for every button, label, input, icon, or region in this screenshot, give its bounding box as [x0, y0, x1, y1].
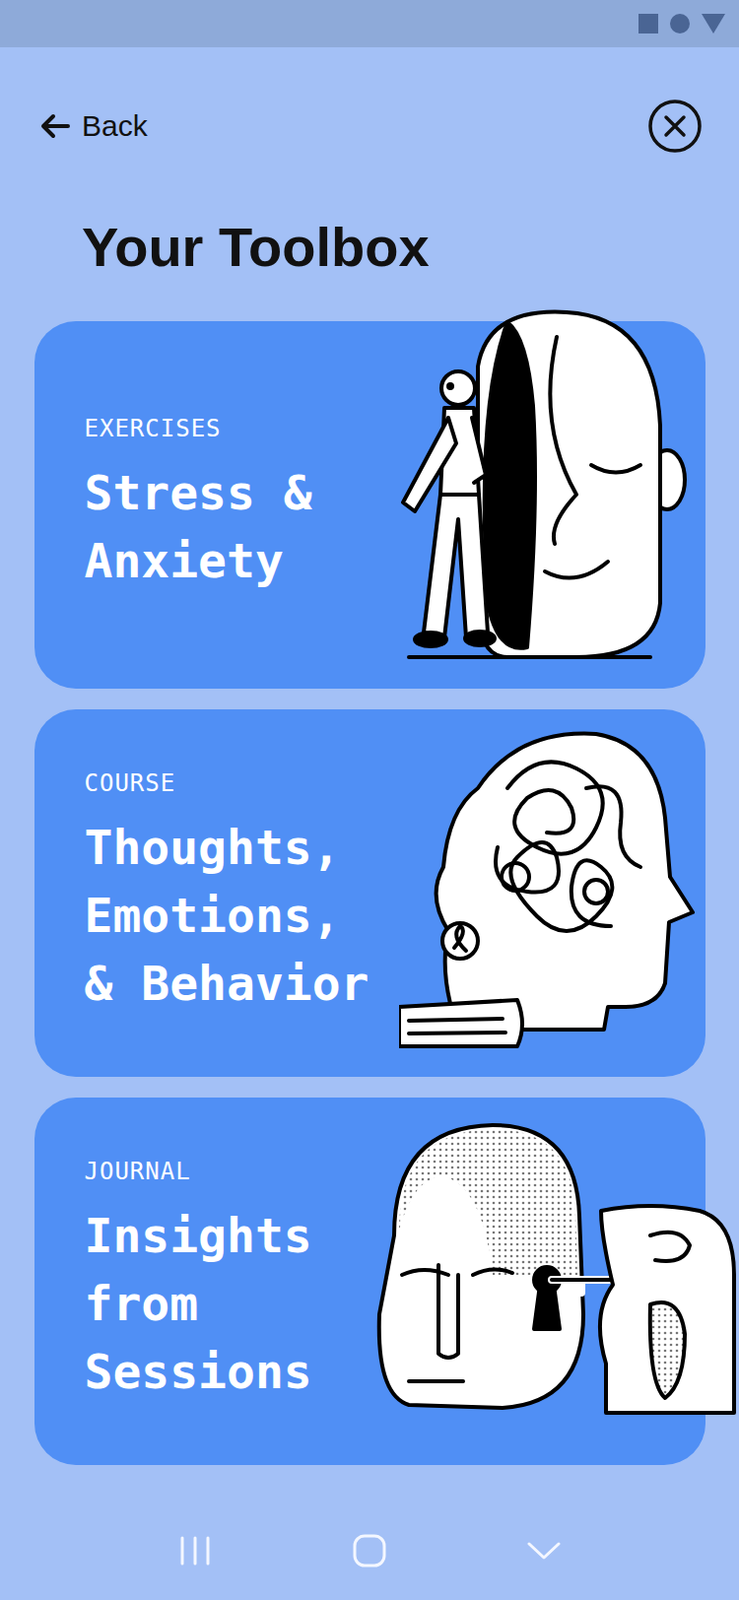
circle-status-icon	[670, 13, 690, 34]
header-row: Back	[0, 98, 739, 154]
close-button-icon[interactable]	[647, 98, 703, 154]
status-bar	[0, 0, 739, 48]
toolbox-card[interactable]: EXERCISES Stress &Anxiety	[34, 321, 706, 689]
card-title: Stress &Anxiety	[84, 459, 401, 596]
toolbox-card[interactable]: COURSE Thoughts,Emotions,& Behavior	[34, 709, 706, 1077]
card-title: Thoughts,Emotions,& Behavior	[84, 813, 401, 1018]
toolbox-screen: Back Your Toolbox EXERCISES Stress &Anxiety…	[0, 0, 739, 1600]
card-list: EXERCISES Stress &Anxiety COURSE Thoughts,E…	[0, 321, 739, 1466]
card-category: JOURNAL	[84, 1157, 706, 1186]
back-button[interactable]: Back	[40, 108, 148, 144]
arrow-left-icon	[40, 113, 70, 139]
square-status-icon	[638, 13, 659, 34]
chevron-down-icon[interactable]	[527, 1541, 561, 1561]
card-title: InsightsfromSessions	[84, 1202, 401, 1407]
head-key-illustration-icon	[354, 1117, 739, 1423]
toolbox-card[interactable]: JOURNAL InsightsfromSessions	[34, 1097, 706, 1466]
card-category: EXERCISES	[84, 414, 706, 443]
recent-apps-icon[interactable]	[178, 1536, 212, 1566]
tangled-thoughts-illustration-icon	[399, 729, 695, 1065]
triangle-status-icon	[701, 13, 726, 34]
page-title: Your Toolbox	[0, 215, 739, 279]
navigation-bar	[0, 1521, 739, 1581]
home-icon[interactable]	[352, 1534, 387, 1568]
card-category: COURSE	[84, 769, 706, 798]
head-door-illustration-icon	[379, 307, 695, 665]
